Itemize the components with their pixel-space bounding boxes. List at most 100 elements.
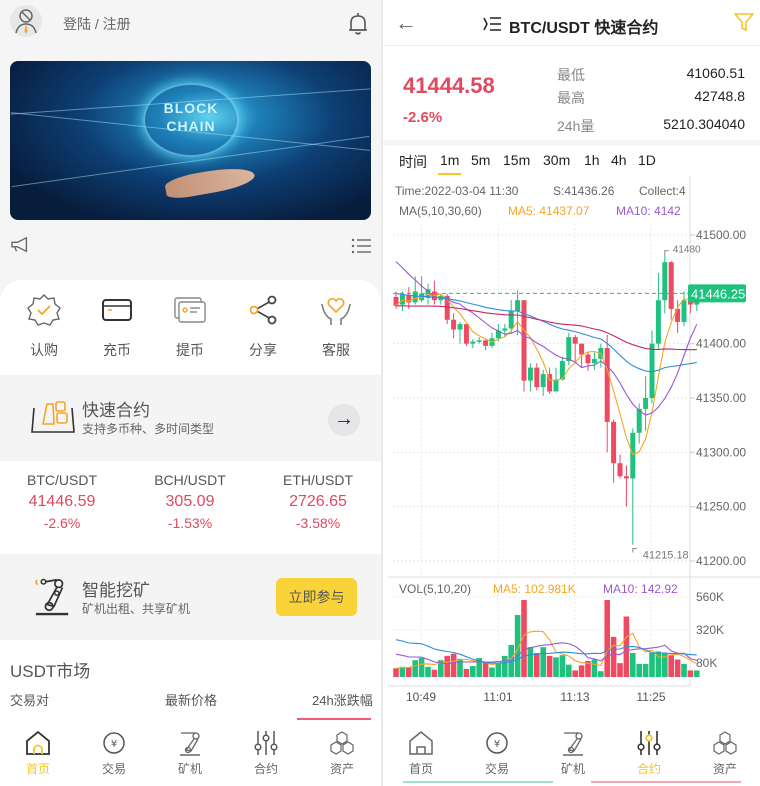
volume-bar — [482, 662, 489, 677]
volume-bar — [431, 669, 438, 677]
promo-banner[interactable]: BLOCK CHAIN — [10, 61, 371, 220]
list-icon[interactable] — [351, 238, 371, 254]
tab-contract[interactable]: 合约 — [619, 730, 679, 777]
volume-bar — [450, 653, 457, 677]
quick-contract-arrow-button[interactable]: → — [328, 404, 360, 436]
info-s: S:41436.26 — [553, 184, 615, 198]
banner-text: BLOCK CHAIN — [150, 99, 232, 135]
quick-actions: 认购 充币 提币 分享 客服 — [0, 280, 381, 375]
tab-home[interactable]: 首页 — [8, 730, 68, 777]
tab-indicator-green — [403, 781, 553, 783]
y-tick-label: 41300.00 — [696, 445, 746, 459]
info-vol-ma10: MA10: 142.92 — [603, 582, 678, 596]
tab-label: 资产 — [329, 762, 354, 776]
ticker-strip: BTC/USDT 41446.59 -2.6% BCH/USDT 305.09 … — [0, 461, 381, 554]
y-tick-label: 41200.00 — [696, 554, 746, 568]
volume-bar — [649, 652, 655, 677]
volume-bar — [489, 667, 495, 677]
volume-bar — [681, 663, 687, 677]
mining-subtitle: 矿机出租、共享矿机 — [82, 602, 191, 616]
tab-contract[interactable]: 合约 — [236, 730, 296, 777]
card-icon — [102, 299, 132, 321]
candle-body — [623, 476, 629, 479]
yen-coin-icon: ¥ — [486, 732, 508, 754]
cubes-icon — [330, 731, 354, 755]
candle-body — [457, 324, 463, 330]
candle-body — [579, 343, 585, 355]
tab-assets[interactable]: 资产 — [312, 730, 372, 777]
col-header-pair[interactable]: 交易对 — [10, 690, 49, 709]
candle-body — [617, 463, 623, 477]
volume-bar — [687, 670, 694, 677]
x-tick-label: 11:25 — [636, 690, 665, 704]
candle-body — [508, 311, 514, 329]
kline-chart[interactable]: 41500.0041450.0041400.0041350.0041300.00… — [383, 0, 760, 786]
ticker-item[interactable]: ETH/USDT 2726.65 -3.58% — [258, 472, 378, 531]
quick-contract-subtitle: 支持多币种、多时间类型 — [82, 422, 215, 436]
ticker-price: 2726.65 — [289, 493, 347, 510]
candle-body — [483, 340, 489, 346]
bell-icon[interactable] — [347, 12, 369, 36]
svg-text:¥: ¥ — [494, 739, 500, 750]
action-support[interactable]: 客服 — [306, 292, 366, 360]
volume-bar — [668, 654, 674, 677]
ticker-price: 41446.59 — [28, 493, 96, 510]
avatar-icon — [15, 9, 37, 34]
volume-bar — [425, 666, 431, 677]
info-ma-label: MA(5,10,30,60) — [399, 204, 482, 218]
tab-assets[interactable]: 资产 — [695, 730, 755, 777]
candle-body — [527, 367, 533, 381]
ticker-change: -1.53% — [167, 515, 213, 531]
candle-body — [515, 300, 521, 312]
bottom-tab-bar: 首页 ¥ 交易 矿机 合约 资产 — [383, 720, 760, 786]
candle-body — [566, 337, 572, 362]
tab-trade[interactable]: ¥ 交易 — [467, 730, 527, 777]
action-subscribe[interactable]: 认购 — [14, 292, 74, 360]
y-tick-label: 41500.00 — [696, 228, 746, 242]
tab-label: 首页 — [408, 762, 433, 776]
banner-line2: CHAIN — [166, 118, 216, 134]
volume-bar — [694, 670, 700, 677]
candle-body — [470, 341, 476, 344]
volume-bar — [591, 659, 598, 677]
candle-body — [553, 379, 559, 392]
home-icon — [26, 730, 50, 755]
banner-line1: BLOCK — [163, 100, 219, 116]
action-share[interactable]: 分享 — [233, 292, 293, 360]
user-avatar[interactable] — [10, 5, 42, 37]
action-withdraw[interactable]: 提币 — [160, 292, 220, 360]
col-header-change[interactable]: 24h涨跌幅 — [312, 690, 373, 709]
candle-body — [521, 300, 527, 381]
notice-bar[interactable] — [10, 236, 371, 256]
login-register-link[interactable]: 登陆 / 注册 — [63, 14, 131, 34]
volume-bar — [566, 664, 572, 677]
candle-body — [451, 319, 457, 330]
volume-bar — [502, 655, 508, 677]
info-ma10: MA10: 4142 — [616, 204, 681, 218]
volume-bar — [674, 659, 681, 677]
join-now-button[interactable]: 立即参与 — [276, 578, 357, 616]
sliders-icon — [254, 731, 278, 755]
quick-contract-card[interactable]: 快速合约 支持多币种、多时间类型 → — [0, 375, 381, 461]
cubes-icon — [713, 731, 737, 755]
mining-title: 智能挖矿 — [82, 581, 150, 600]
min-label: 41215.18 — [643, 550, 689, 562]
info-time: Time:2022-03-04 11:30 — [395, 184, 519, 198]
candle-body — [540, 374, 546, 388]
ticker-item[interactable]: BTC/USDT 41446.59 -2.6% — [2, 472, 122, 531]
volume-bar — [553, 657, 559, 677]
chart-info: Time:2022-03-04 11:30 S:41436.26 Collect… — [383, 184, 688, 224]
ticker-item[interactable]: BCH/USDT 305.09 -1.53% — [130, 472, 250, 531]
volume-bar — [630, 652, 636, 677]
tab-miner[interactable]: 矿机 — [160, 730, 220, 777]
col-header-price[interactable]: 最新价格 — [165, 690, 217, 709]
candle-body — [662, 262, 668, 301]
tab-trade[interactable]: ¥ 交易 — [84, 730, 144, 777]
volume-bar — [578, 665, 585, 677]
volume-bar — [642, 663, 649, 677]
tab-home[interactable]: 首页 — [391, 730, 451, 777]
vol-tick-label: 320K — [696, 623, 724, 637]
ticker-price: 305.09 — [165, 493, 215, 510]
action-deposit[interactable]: 充币 — [87, 292, 147, 360]
tab-miner[interactable]: 矿机 — [543, 730, 603, 777]
